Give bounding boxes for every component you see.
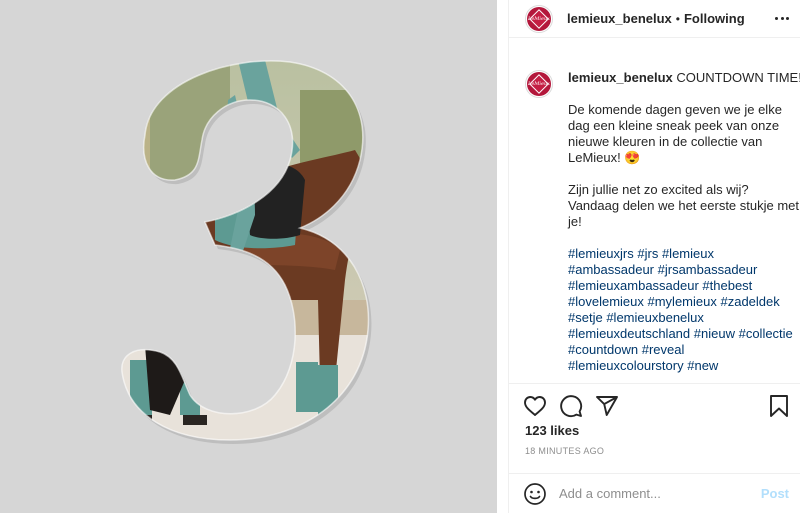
header-username[interactable]: lemieux_benelux	[567, 11, 672, 26]
hashtag-link[interactable]: #jrs	[637, 246, 658, 261]
hashtag-link[interactable]: #new	[687, 358, 718, 373]
caption-username[interactable]: lemieux_benelux	[568, 70, 673, 85]
caption-title: COUNTDOWN TIME!	[676, 70, 800, 85]
post-button[interactable]: Post	[761, 486, 789, 501]
hashtag-link[interactable]: #setje	[568, 310, 603, 325]
caption-text: lemieux_benelux COUNTDOWN TIME! De komen…	[568, 70, 800, 374]
hashtag-link[interactable]: #ambassadeur	[568, 262, 654, 277]
following-button[interactable]: Following	[684, 11, 745, 26]
caption-paragraph-2: Zijn jullie net zo excited als wij? Vand…	[568, 182, 800, 229]
hashtag-link[interactable]: #jrsambassadeur	[658, 262, 758, 277]
emoji-icon[interactable]	[523, 482, 547, 506]
bookmark-icon[interactable]	[767, 394, 791, 418]
caption-paragraph-1: De komende dagen geven we je elke dag ee…	[568, 102, 782, 165]
hashtag-link[interactable]: #lemieux	[662, 246, 714, 261]
brand-logo: LeMieux	[527, 6, 551, 31]
hashtag-link[interactable]: #zadeldek	[720, 294, 779, 309]
post-side-panel: LeMieux lemieux_benelux • Following LeMi…	[508, 0, 800, 513]
hashtag-link[interactable]: #thebest	[702, 278, 752, 293]
hashtag-link[interactable]: #nieuw	[694, 326, 735, 341]
brand-logo: LeMieux	[527, 72, 551, 96]
number-three-cutout-graphic	[121, 60, 372, 444]
post-header: LeMieux lemieux_benelux • Following	[509, 0, 800, 38]
header-separator: •	[675, 11, 680, 26]
hashtag-link[interactable]: #lemieuxambassadeur	[568, 278, 699, 293]
post-image[interactable]	[0, 0, 497, 513]
comment-icon[interactable]	[559, 394, 583, 418]
caption-avatar[interactable]: LeMieux	[525, 70, 553, 98]
caption-scroll-area[interactable]: LeMieux lemieux_benelux COUNTDOWN TIME! …	[509, 54, 800, 380]
comment-box: Post	[509, 473, 800, 513]
hashtag-link[interactable]: #lovelemieux	[568, 294, 644, 309]
comment-input[interactable]	[559, 486, 749, 501]
share-icon[interactable]	[595, 394, 619, 418]
hashtag-link[interactable]: #lemieuxbenelux	[606, 310, 704, 325]
hashtag-link[interactable]: #reveal	[642, 342, 685, 357]
timestamp[interactable]: 18 MINUTES AGO	[525, 446, 604, 456]
heart-icon[interactable]	[523, 394, 547, 418]
hashtag-link[interactable]: #lemieuxjrs	[568, 246, 634, 261]
more-horizontal-icon[interactable]	[775, 11, 789, 25]
caption-hashtags: #lemieuxjrs #jrs #lemieux #ambassadeur #…	[568, 246, 800, 374]
post-actions: 123 likes 18 MINUTES AGO	[509, 383, 800, 473]
hashtag-link[interactable]: #lemieuxcolourstory	[568, 358, 684, 373]
hashtag-link[interactable]: #countdown	[568, 342, 638, 357]
hashtag-link[interactable]: #lemieuxdeutschland	[568, 326, 690, 341]
likes-count[interactable]: 123 likes	[525, 423, 579, 438]
hashtag-link[interactable]: #mylemieux	[648, 294, 717, 309]
avatar[interactable]: LeMieux	[525, 4, 553, 33]
hashtag-link[interactable]: #collectie	[739, 326, 793, 341]
